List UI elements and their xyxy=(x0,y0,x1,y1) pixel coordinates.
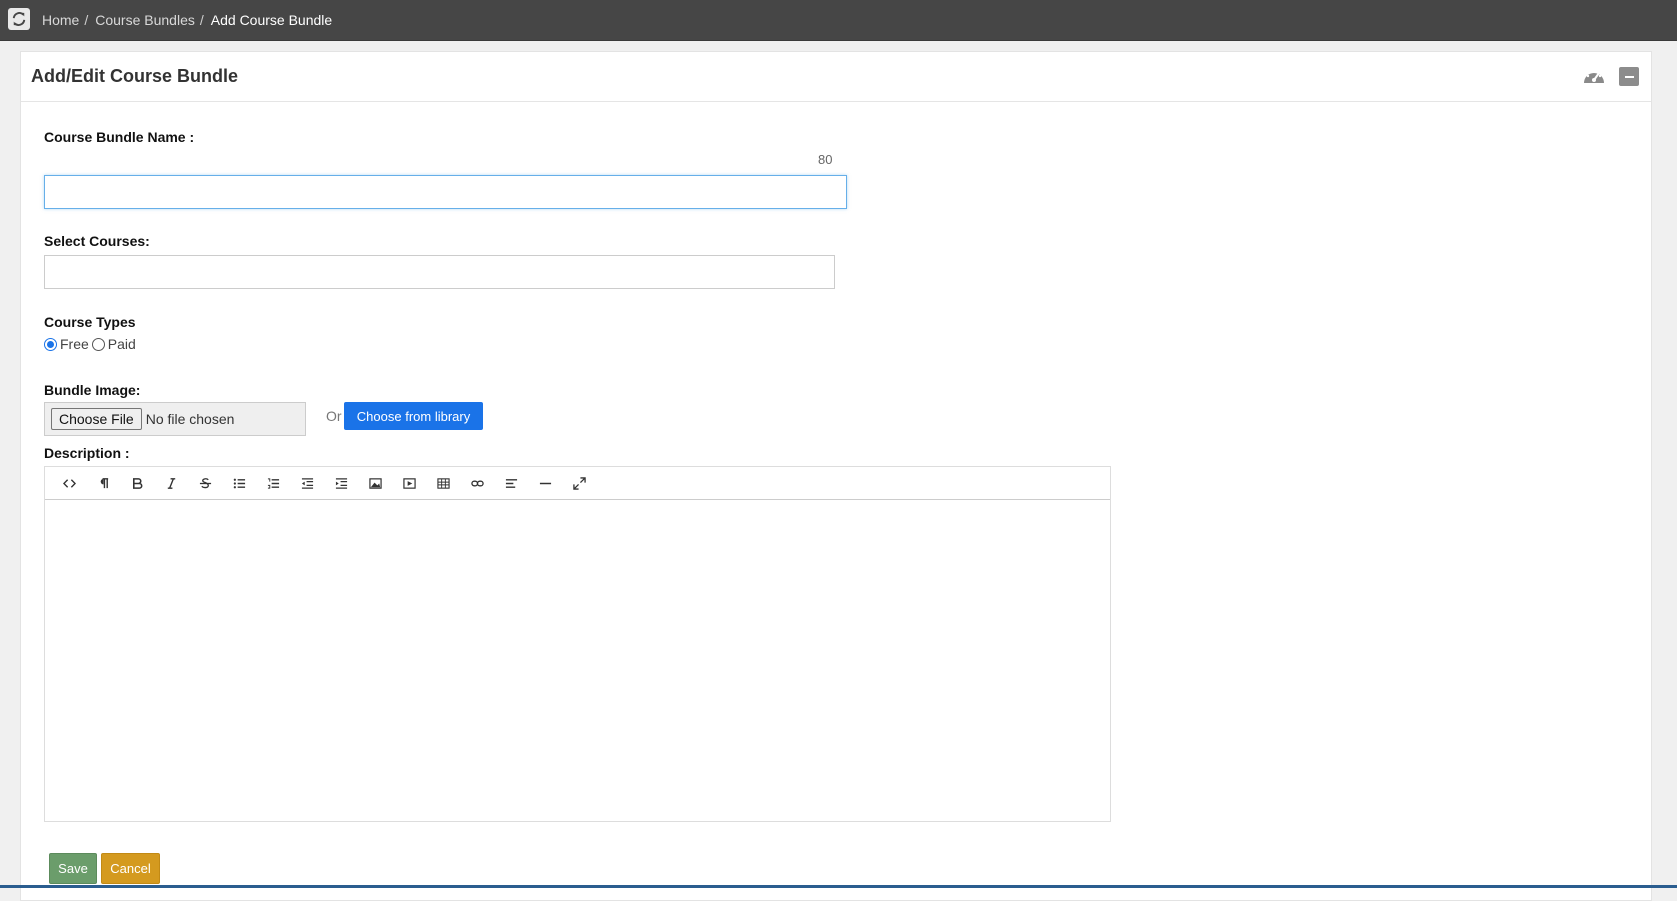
unordered-list-icon[interactable] xyxy=(222,469,256,497)
horizontal-rule-icon[interactable] xyxy=(528,469,562,497)
bundle-image-label: Bundle Image: xyxy=(44,382,141,398)
link-icon[interactable] xyxy=(460,469,494,497)
top-bar: Home / Course Bundles / Add Course Bundl… xyxy=(0,0,1677,41)
editor-toolbar xyxy=(45,467,1110,500)
paragraph-icon[interactable] xyxy=(86,469,120,497)
indent-icon[interactable] xyxy=(324,469,358,497)
or-text: Or xyxy=(326,408,342,424)
cancel-button[interactable]: Cancel xyxy=(101,853,160,884)
panel-header: Add/Edit Course Bundle xyxy=(21,52,1651,102)
italic-icon[interactable] xyxy=(154,469,188,497)
bold-icon[interactable] xyxy=(120,469,154,497)
collapse-icon[interactable] xyxy=(1619,67,1639,86)
breadcrumb-course-bundles[interactable]: Course Bundles xyxy=(95,12,195,28)
select-courses-label: Select Courses: xyxy=(44,233,150,249)
courses-select[interactable] xyxy=(44,255,835,289)
bundle-name-label: Course Bundle Name : xyxy=(44,129,195,145)
radio-paid-label: Paid xyxy=(107,336,136,352)
code-view-icon[interactable] xyxy=(52,469,86,497)
breadcrumb-current: Add Course Bundle xyxy=(210,11,333,28)
align-icon[interactable] xyxy=(494,469,528,497)
save-button[interactable]: Save xyxy=(49,853,97,884)
radio-paid[interactable] xyxy=(91,337,105,351)
outdent-icon[interactable] xyxy=(290,469,324,497)
radio-free-label: Free xyxy=(60,336,89,352)
breadcrumb-separator: / xyxy=(84,11,89,28)
video-icon[interactable] xyxy=(392,469,426,497)
ordered-list-icon[interactable] xyxy=(256,469,290,497)
refresh-icon[interactable] xyxy=(8,8,30,30)
breadcrumb-separator: / xyxy=(199,11,204,28)
radio-free[interactable] xyxy=(44,337,57,351)
editor-content[interactable] xyxy=(45,500,1110,820)
choose-file-button[interactable]: Choose File xyxy=(51,408,142,430)
fullscreen-icon[interactable] xyxy=(562,469,596,497)
breadcrumb-home[interactable]: Home xyxy=(42,12,79,28)
no-file-text: No file chosen xyxy=(145,411,235,427)
description-label: Description : xyxy=(44,445,130,461)
bundle-name-input[interactable] xyxy=(44,175,847,209)
course-types-label: Course Types xyxy=(44,314,136,330)
breadcrumb: Home / Course Bundles / Add Course Bundl… xyxy=(42,0,332,39)
form-panel: Add/Edit Course Bundle Course Bundle Nam… xyxy=(20,51,1652,901)
course-types-group: Free Paid xyxy=(44,336,136,352)
char-counter: 80 xyxy=(818,152,833,167)
page-title: Add/Edit Course Bundle xyxy=(31,66,238,86)
strikethrough-icon[interactable] xyxy=(188,469,222,497)
description-editor xyxy=(44,466,1111,822)
table-icon[interactable] xyxy=(426,469,460,497)
dashboard-icon[interactable] xyxy=(1582,66,1606,86)
choose-from-library-button[interactable]: Choose from library xyxy=(344,402,483,430)
file-input[interactable]: Choose File No file chosen xyxy=(44,402,306,436)
image-icon[interactable] xyxy=(358,469,392,497)
